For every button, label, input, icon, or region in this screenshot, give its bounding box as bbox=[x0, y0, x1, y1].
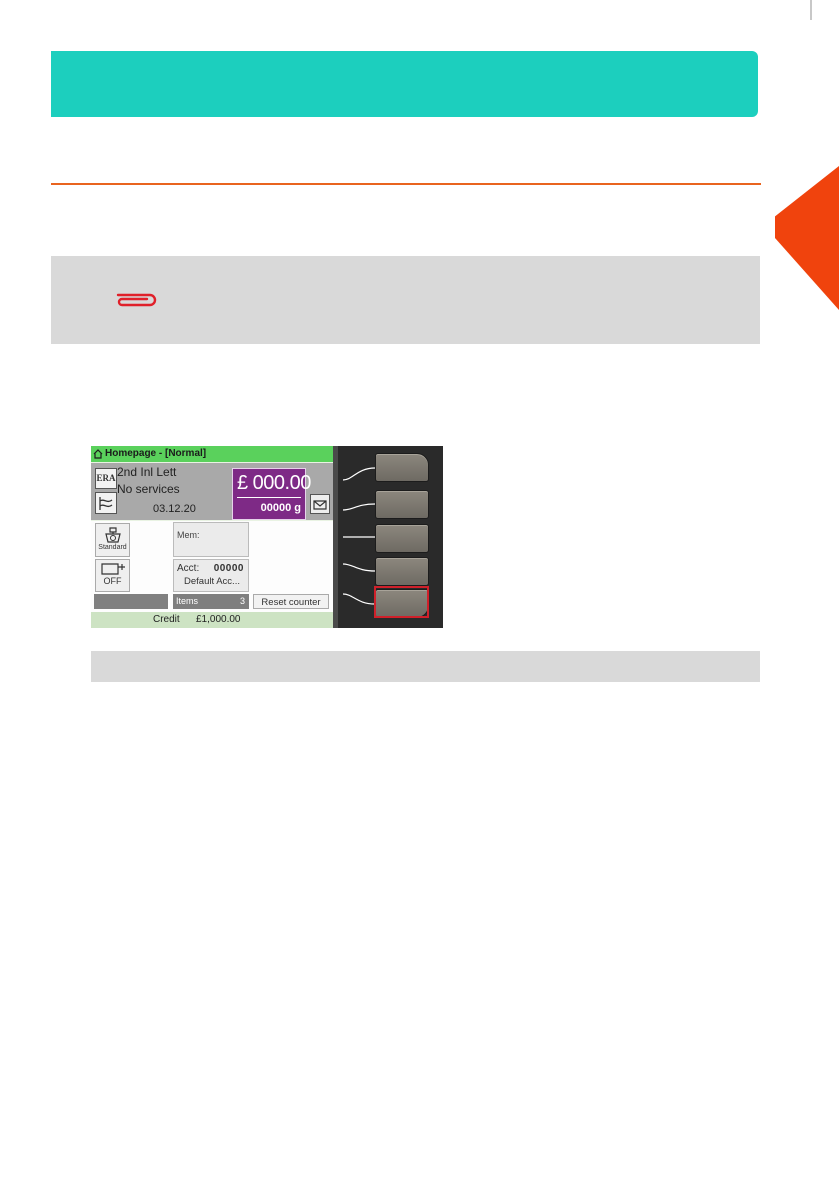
memory-label: Mem: bbox=[177, 530, 200, 540]
services-label: No services bbox=[117, 482, 180, 496]
credit-value: £1,000.00 bbox=[196, 614, 241, 625]
device-screenshot: Homepage - [Normal] ERA 2nd Inl Lett No … bbox=[91, 446, 443, 628]
off-label: OFF bbox=[103, 576, 122, 586]
standard-label: Standard bbox=[98, 544, 127, 551]
chapter-header-band bbox=[51, 51, 758, 117]
price-divider bbox=[237, 497, 301, 498]
screen-title: Homepage - [Normal] bbox=[105, 448, 207, 459]
service-label: 2nd Inl Lett bbox=[117, 465, 177, 479]
memory-field[interactable]: Mem: bbox=[173, 522, 249, 557]
account-number: 00000 bbox=[213, 563, 244, 574]
items-value: 3 bbox=[239, 596, 245, 606]
weighing-mode-button[interactable]: Standard bbox=[95, 523, 130, 557]
title-bar: Homepage - [Normal] bbox=[91, 446, 333, 462]
lcd-screen: Homepage - [Normal] ERA 2nd Inl Lett No … bbox=[91, 446, 333, 628]
card-reader-icon bbox=[100, 563, 125, 575]
home-icon bbox=[93, 449, 103, 459]
card-reader-button[interactable]: OFF bbox=[95, 559, 130, 592]
softkey-1[interactable] bbox=[375, 453, 429, 482]
era-button[interactable]: ERA bbox=[95, 468, 117, 489]
bezel-edge bbox=[333, 446, 338, 628]
items-label: Items bbox=[176, 596, 199, 606]
credit-bar: Credit £1,000.00 bbox=[91, 612, 333, 628]
scale-icon bbox=[104, 527, 121, 543]
chapter-side-tab bbox=[775, 166, 839, 310]
softkey-4[interactable] bbox=[375, 557, 429, 586]
reset-counter-button[interactable]: Reset counter bbox=[253, 594, 329, 609]
envelope-icon bbox=[313, 500, 327, 510]
paperclip-icon bbox=[116, 293, 157, 307]
status-bar bbox=[94, 594, 168, 609]
softkey-3[interactable] bbox=[375, 524, 429, 553]
date-label: 03.12.20 bbox=[153, 503, 196, 515]
wave-button[interactable] bbox=[95, 492, 117, 514]
credit-label: Credit bbox=[153, 614, 180, 625]
softkey-2[interactable] bbox=[375, 490, 429, 519]
account-name: Default Acc... bbox=[184, 576, 240, 587]
section-divider bbox=[51, 183, 761, 185]
envelope-button[interactable] bbox=[310, 494, 330, 514]
softkey-leader-lines bbox=[342, 467, 376, 605]
caption-bar bbox=[91, 651, 760, 682]
items-counter: Items 3 bbox=[173, 594, 249, 609]
softkey-highlight bbox=[374, 586, 429, 618]
postage-amount: £ 000.00 bbox=[237, 472, 311, 494]
account-field[interactable]: Acct: 00000 Default Acc... bbox=[173, 559, 249, 592]
postage-amount-box[interactable]: £ 000.00 00000 g bbox=[232, 468, 311, 520]
corner-mark bbox=[810, 0, 812, 20]
account-label: Acct: bbox=[177, 563, 200, 574]
weight-value: 00000 g bbox=[260, 502, 301, 514]
wave-icon bbox=[99, 497, 113, 510]
